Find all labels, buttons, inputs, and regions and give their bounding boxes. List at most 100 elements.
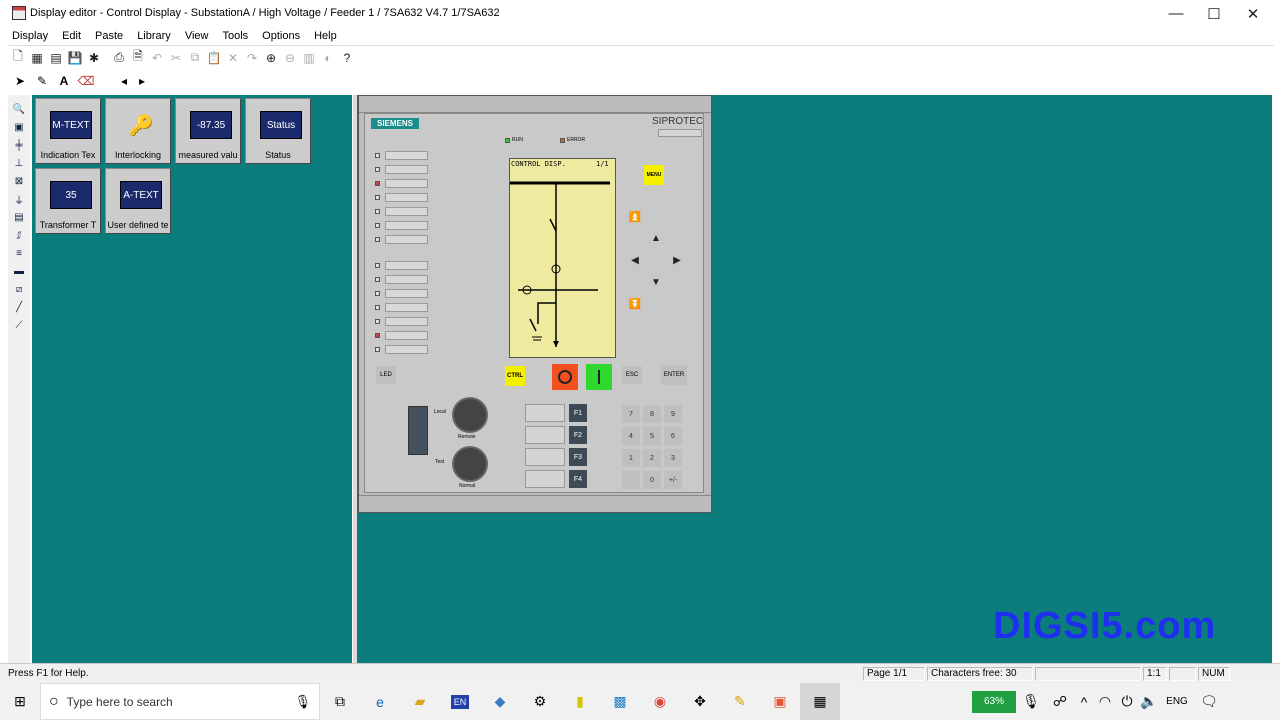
arrow-right-icon[interactable]: ▸ xyxy=(133,71,151,91)
menu-tools[interactable]: Tools xyxy=(222,30,248,42)
arrow-left-key[interactable]: ◀ xyxy=(626,251,644,269)
keypad-key[interactable]: 6 xyxy=(664,427,682,445)
network-icon[interactable]: ◠ xyxy=(1094,683,1116,720)
file-explorer-icon[interactable]: ▰ xyxy=(400,683,440,720)
windows-start-icon[interactable]: ⊞ xyxy=(0,683,40,720)
save-icon[interactable]: 💾 xyxy=(66,49,84,67)
context-help-icon[interactable]: ? xyxy=(338,49,356,67)
search-box[interactable]: ○ Type here to search 🎙 xyxy=(40,683,320,720)
menu-display[interactable]: Display xyxy=(12,30,48,42)
digsi-icon[interactable]: ✥ xyxy=(680,683,720,720)
menu-edit[interactable]: Edit xyxy=(62,30,81,42)
close-button[interactable]: ✕ xyxy=(1233,0,1273,27)
menu-help[interactable]: Help xyxy=(314,30,337,42)
measured-value-tool-icon[interactable]: ▣ xyxy=(10,119,28,136)
magnifier-icon[interactable]: 🔍 xyxy=(10,101,28,118)
eraser-icon[interactable]: ⌫ xyxy=(75,71,97,91)
zoom-out-icon[interactable]: ⊖ xyxy=(281,49,299,67)
led-key[interactable]: LED xyxy=(376,366,396,384)
keypad-key[interactable]: 5 xyxy=(643,427,661,445)
keypad-key[interactable]: 2 xyxy=(643,449,661,467)
app-icon-blue[interactable]: ◆ xyxy=(480,683,520,720)
enter-key[interactable]: ENTER xyxy=(661,365,687,385)
text-tool-icon[interactable]: A xyxy=(53,71,75,91)
properties-icon[interactable]: ✱ xyxy=(85,49,103,67)
control-display-lcd[interactable]: CONTROL DISP. 1/1 xyxy=(509,158,616,358)
transformer-tool-icon[interactable]: ⎎ xyxy=(10,227,28,244)
open-key[interactable] xyxy=(552,364,578,390)
pencil-app-icon[interactable]: ✎ xyxy=(720,683,760,720)
undo-icon[interactable]: ↶ xyxy=(148,49,166,67)
minimize-button[interactable]: — xyxy=(1156,0,1196,27)
library-item-interlocking[interactable]: 🔑 Interlocking xyxy=(105,98,171,164)
library-item-measured-value[interactable]: -87.35 measured valu xyxy=(175,98,241,164)
people-icon[interactable]: ☍ xyxy=(1046,683,1074,720)
pointer-icon[interactable]: ➤ xyxy=(9,71,31,91)
link-tool-icon[interactable]: ⧄ xyxy=(10,281,28,298)
maximize-button[interactable]: ☐ xyxy=(1194,0,1234,27)
en-app-icon[interactable]: EN xyxy=(440,683,480,720)
library-item-status[interactable]: Status Status xyxy=(245,98,311,164)
keypad-key[interactable]: 0 xyxy=(643,471,661,489)
chevron-up-icon[interactable]: ^ xyxy=(1074,683,1094,720)
open-icon[interactable]: ▤ xyxy=(47,49,65,67)
edge-icon[interactable]: e xyxy=(360,683,400,720)
library-item-indication-text[interactable]: M-TEXT Indication Tex xyxy=(35,98,101,164)
menu-key[interactable]: MENU xyxy=(644,165,664,185)
language-indicator[interactable]: ENG xyxy=(1160,683,1194,720)
keypad-key[interactable]: 7 xyxy=(622,405,640,423)
zoom-in-icon[interactable]: ⊕ xyxy=(262,49,280,67)
battery-indicator[interactable]: 63% xyxy=(972,690,1016,713)
print-preview-icon[interactable]: 🗎 xyxy=(129,49,147,67)
menu-paste[interactable]: Paste xyxy=(95,30,123,42)
power-icon[interactable]: ⏻ xyxy=(1116,683,1138,720)
toggle-icon[interactable]: ◐ xyxy=(319,49,337,67)
earth-tool-icon[interactable]: ⏚ xyxy=(10,191,28,208)
text-block-tool-icon[interactable]: ▤ xyxy=(10,209,28,226)
new-icon[interactable]: 🗋 xyxy=(9,49,27,67)
keypad-key[interactable]: 1 xyxy=(622,449,640,467)
print-icon[interactable]: ⎙ xyxy=(110,49,128,67)
f1-key[interactable]: F1 xyxy=(569,404,587,422)
arrow-left-icon[interactable]: ◂ xyxy=(115,71,133,91)
keypad-key[interactable] xyxy=(622,471,640,489)
app-icon-tools[interactable]: ⚙ xyxy=(520,683,560,720)
f2-key[interactable]: F2 xyxy=(569,426,587,444)
paste-icon[interactable]: 📋 xyxy=(205,49,223,67)
breaker-tool-icon[interactable]: ⊠ xyxy=(10,173,28,190)
grid-icon[interactable]: ▥ xyxy=(300,49,318,67)
cut-icon[interactable]: ✂ xyxy=(167,49,185,67)
ctrl-key[interactable]: CTRL xyxy=(505,366,525,386)
notifications-icon[interactable]: 🗨 xyxy=(1194,683,1224,720)
arrow-right-key[interactable]: ▶ xyxy=(668,251,686,269)
menu-options[interactable]: Options xyxy=(262,30,300,42)
copy-icon[interactable]: ⧉ xyxy=(186,49,204,67)
task-view-icon[interactable]: ⧉ xyxy=(320,683,360,720)
delete-icon[interactable]: ✕ xyxy=(224,49,242,67)
library-item-user-defined-text[interactable]: A-TEXT User defined te xyxy=(105,168,171,234)
esc-key[interactable]: ESC xyxy=(622,366,642,384)
disconnector-tool-icon[interactable]: ⊥ xyxy=(10,155,28,172)
keypad-key[interactable]: 4 xyxy=(622,427,640,445)
volume-icon[interactable]: 🔈 xyxy=(1138,683,1160,720)
redo-icon[interactable]: ↷ xyxy=(243,49,261,67)
pencil-icon[interactable]: ✎ xyxy=(31,71,53,91)
f4-key[interactable]: F4 xyxy=(569,470,587,488)
photos-icon[interactable]: ▩ xyxy=(600,683,640,720)
sticky-notes-icon[interactable]: ▮ xyxy=(560,683,600,720)
busbar-tool-icon[interactable]: ≡ xyxy=(10,245,28,262)
menu-library[interactable]: Library xyxy=(137,30,171,42)
library-item-transformer-tap[interactable]: 35 Transformer T xyxy=(35,168,101,234)
open-template-icon[interactable]: ▦ xyxy=(28,49,46,67)
menu-view[interactable]: View xyxy=(185,30,209,42)
page-down-key[interactable]: ⏬ xyxy=(626,295,644,313)
line-tool-icon[interactable]: ▬ xyxy=(10,263,28,280)
diagonal-line-tool-icon[interactable]: ╱ xyxy=(10,299,28,316)
keypad-key[interactable]: +/- xyxy=(664,471,682,489)
camtasia-icon[interactable]: ▣ xyxy=(760,683,800,720)
angle-line-tool-icon[interactable]: ⟋ xyxy=(10,317,28,334)
keypad-key[interactable]: 9 xyxy=(664,405,682,423)
arrow-down-key[interactable]: ▼ xyxy=(647,273,665,291)
arrow-up-key[interactable]: ▲ xyxy=(647,229,665,247)
display-editor-task-icon[interactable]: ▦ xyxy=(800,683,840,720)
